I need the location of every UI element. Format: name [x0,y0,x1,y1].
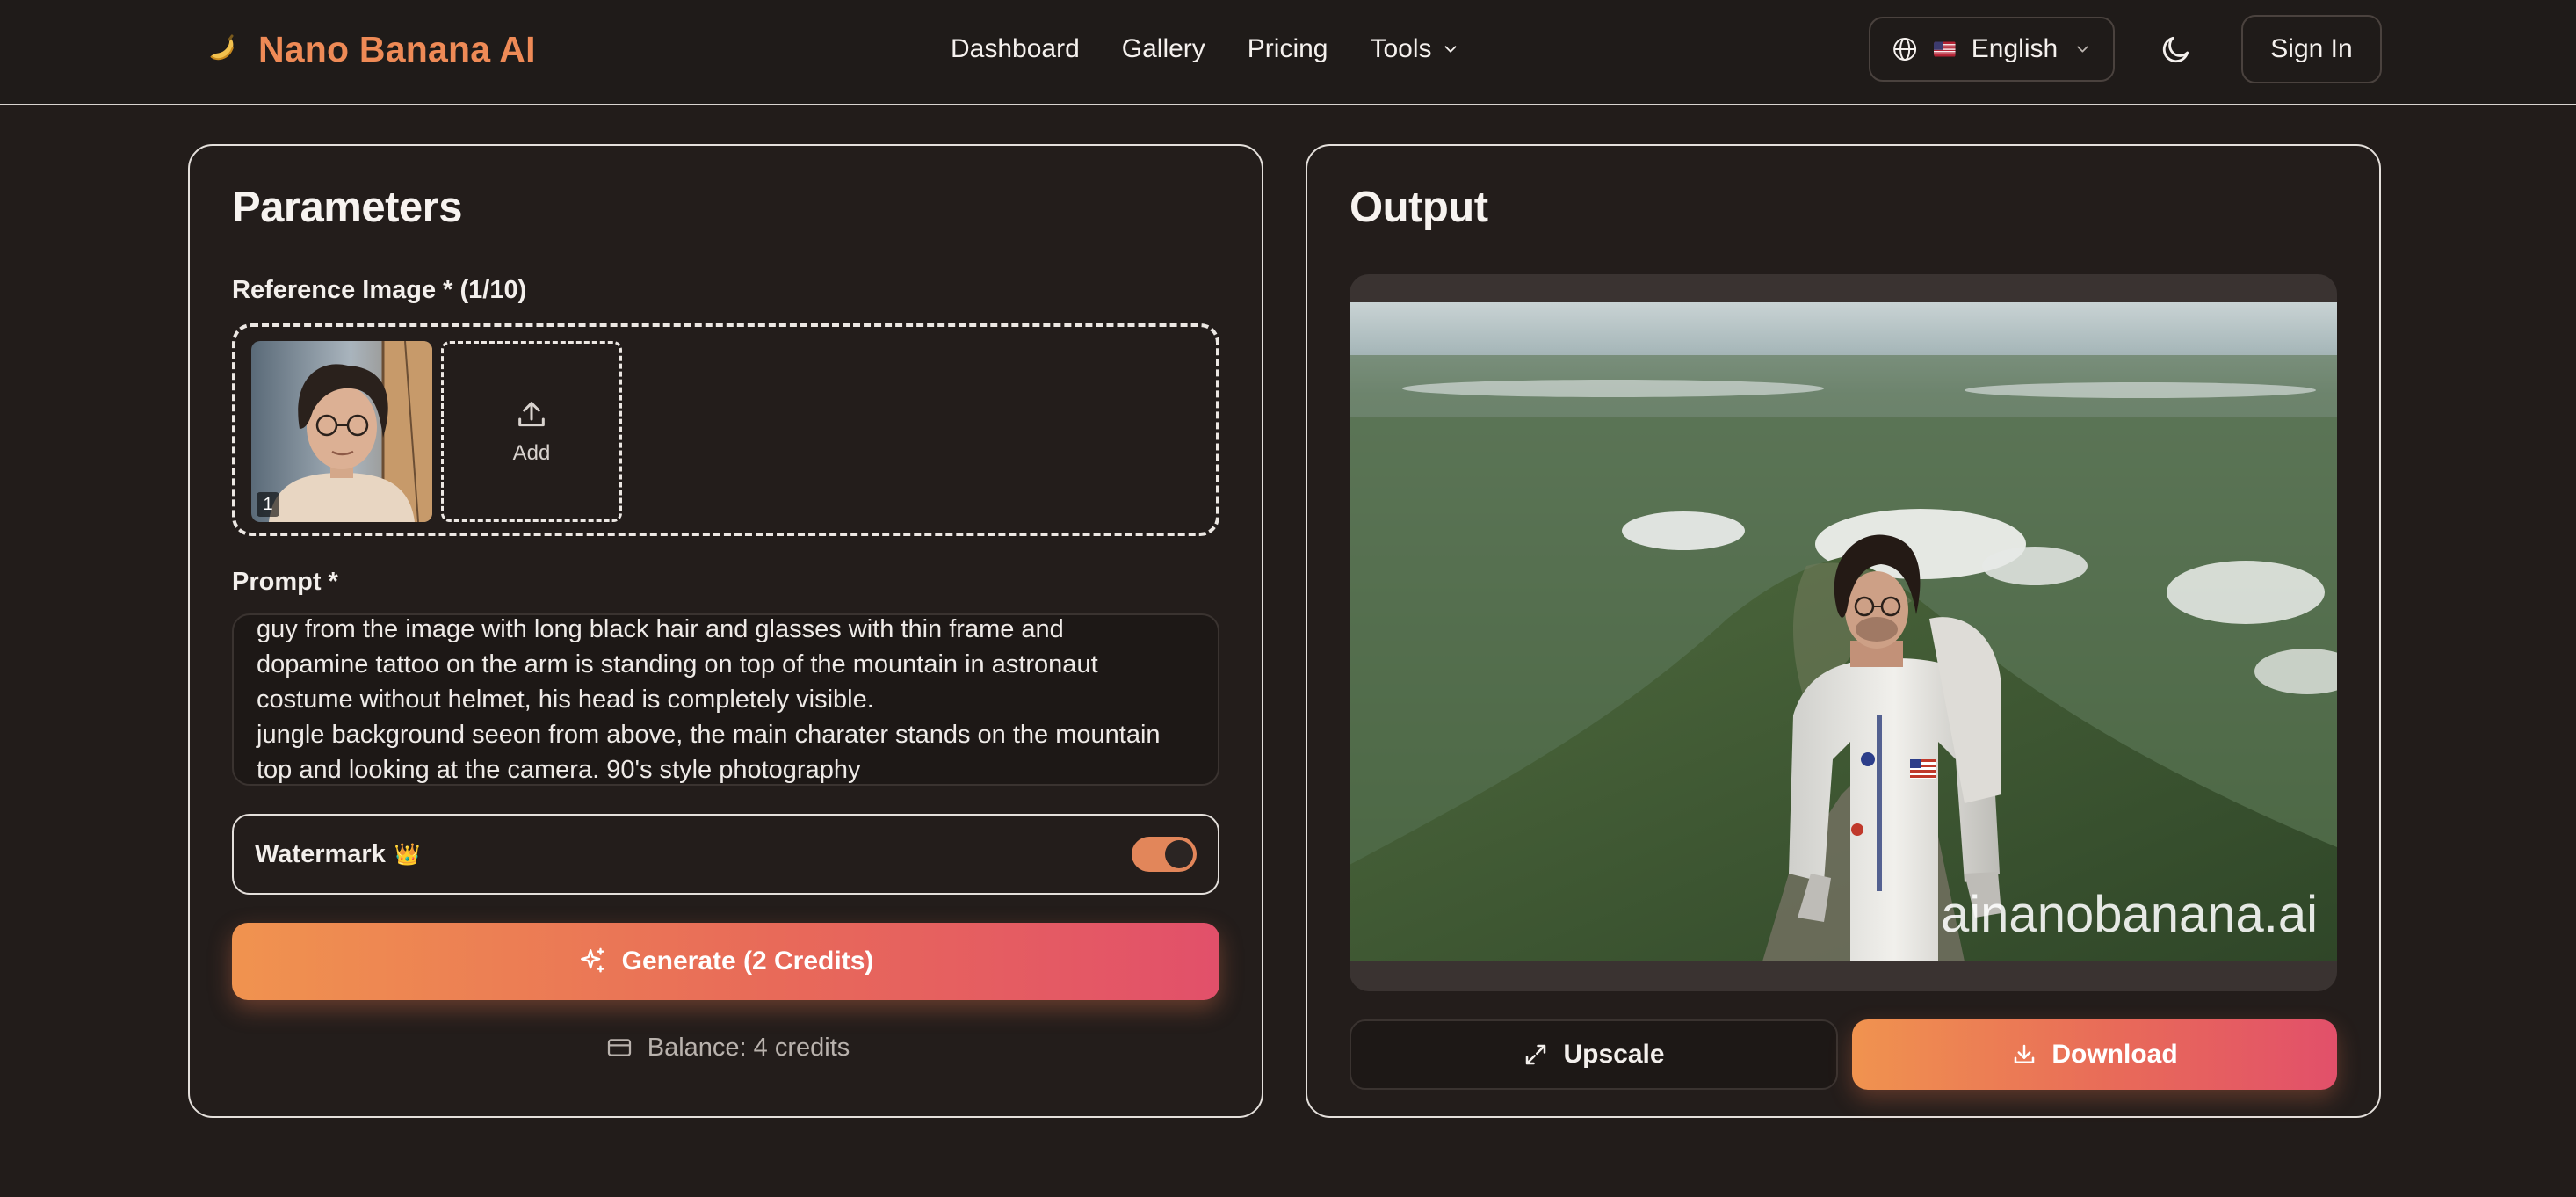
output-title: Output [1350,184,1488,231]
image-watermark: ainanobanana.ai [1941,886,2318,943]
reference-image-label: Reference Image * (1/10) [232,276,527,304]
upscale-label: Upscale [1563,1040,1665,1069]
toggle-knob [1165,840,1193,868]
output-panel: Output ainanobanana.ai Upscale Download [1306,144,2381,1118]
nav-tools[interactable]: Tools [1371,34,1460,64]
us-flag-icon [1934,41,1956,57]
parameters-panel: Parameters Reference Image * (1/10) 1 Ad… [188,144,1263,1118]
sign-in-button[interactable]: Sign In [2241,15,2382,83]
chevron-down-icon [2077,46,2088,53]
upload-icon [518,402,545,427]
chevron-down-icon [1444,46,1456,53]
theme-toggle-button[interactable] [2154,27,2198,71]
parameters-title: Parameters [232,184,462,231]
download-icon [2015,1044,2035,1063]
language-label: English [1971,34,2059,63]
crown-icon: 👑 [394,842,421,867]
credit-card-icon [607,1039,631,1056]
thumbnail-index-badge: 1 [257,492,279,517]
generate-button[interactable]: Generate (2 Credits) [232,923,1219,1000]
generate-label: Generate (2 Credits) [621,947,874,976]
prompt-label: Prompt * [232,568,338,596]
balance-label: Balance: 4 credits [647,1033,850,1062]
watermark-label: Watermark [255,839,386,868]
download-button[interactable]: Download [1852,1019,2337,1090]
nav-dashboard[interactable]: Dashboard [951,34,1080,64]
brand-link[interactable]: Nano Banana AI [204,23,536,76]
expand-icon [1526,1044,1546,1065]
download-label: Download [2051,1040,2178,1069]
banana-icon [210,34,234,61]
top-navigation-bar: Nano Banana AI Dashboard Gallery Pricing… [0,0,2576,105]
prompt-textarea[interactable]: guy from the image with long black hair … [232,613,1219,786]
generated-image[interactable]: ainanobanana.ai [1350,302,2337,961]
prompt-text: guy from the image with long black hair … [257,615,1161,784]
output-image-frame: ainanobanana.ai [1350,274,2337,991]
nav-tools-label: Tools [1370,34,1432,63]
sparkles-icon [580,947,604,973]
moon-icon [2162,36,2189,63]
globe-icon [1893,38,1917,61]
nav-gallery[interactable]: Gallery [1122,34,1205,64]
add-image-button[interactable]: Add [441,341,622,522]
nav-pricing[interactable]: Pricing [1248,34,1328,64]
main-nav: Dashboard Gallery Pricing Tools [951,26,1460,72]
brand-name: Nano Banana AI [258,28,536,69]
add-image-label: Add [512,441,551,465]
watermark-toggle[interactable] [1132,837,1197,872]
credit-balance: Balance: 4 credits [190,1030,1265,1065]
language-selector[interactable]: English [1869,17,2115,82]
upscale-button[interactable]: Upscale [1350,1019,1838,1090]
astronaut-mountain-photo [1350,302,2337,961]
reference-image-thumbnail[interactable]: 1 [251,341,432,522]
watermark-setting: Watermark 👑 [232,814,1219,895]
reference-image-dropzone[interactable]: 1 Add [232,323,1219,536]
